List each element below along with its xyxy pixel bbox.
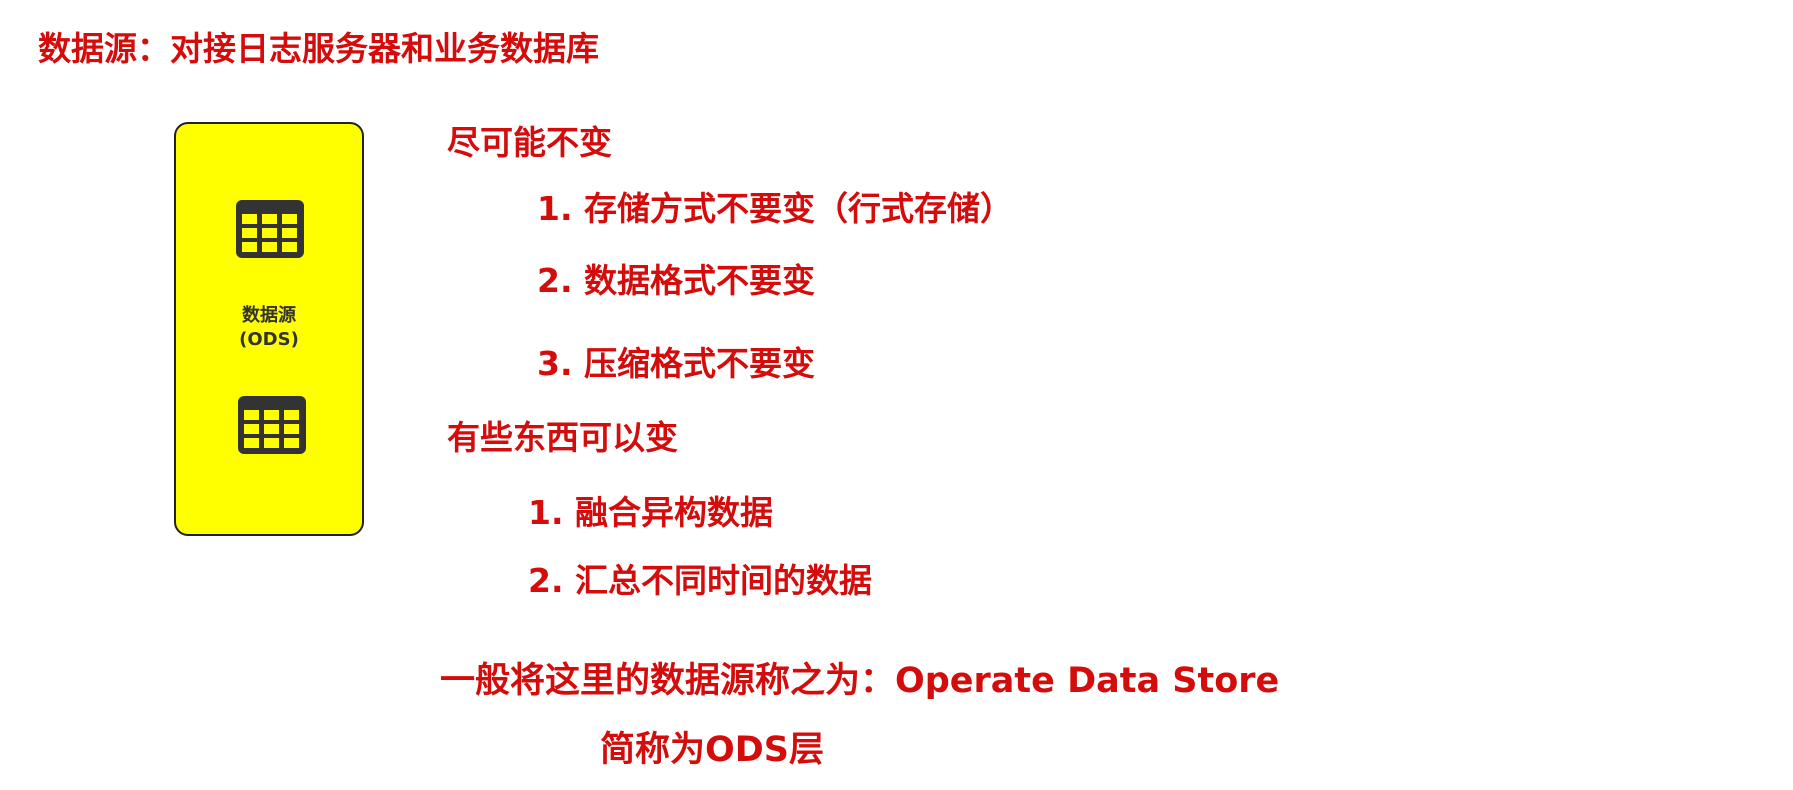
list-item: 2. 数据格式不要变 — [537, 261, 815, 300]
ods-data-source-box: 数据源 (ODS) — [174, 122, 364, 536]
list-item: 2. 汇总不同时间的数据 — [528, 561, 872, 600]
heading-unchanged: 尽可能不变 — [447, 123, 612, 162]
list-item: 3. 压缩格式不要变 — [537, 344, 815, 383]
list-item: 1. 存储方式不要变（行式存储） — [537, 189, 1013, 228]
table-icon — [236, 200, 304, 258]
summary-abbreviation: 简称为ODS层 — [600, 730, 825, 770]
heading-changeable: 有些东西可以变 — [447, 418, 678, 457]
ods-label-abbr: (ODS) — [239, 329, 299, 350]
list-item: 1. 融合异构数据 — [528, 493, 773, 532]
table-icon — [238, 396, 306, 454]
ods-label-name: 数据源 — [242, 305, 296, 326]
summary-definition: 一般将这里的数据源称之为：Operate Data Store — [440, 661, 1280, 701]
page-title: 数据源：对接日志服务器和业务数据库 — [38, 29, 599, 68]
